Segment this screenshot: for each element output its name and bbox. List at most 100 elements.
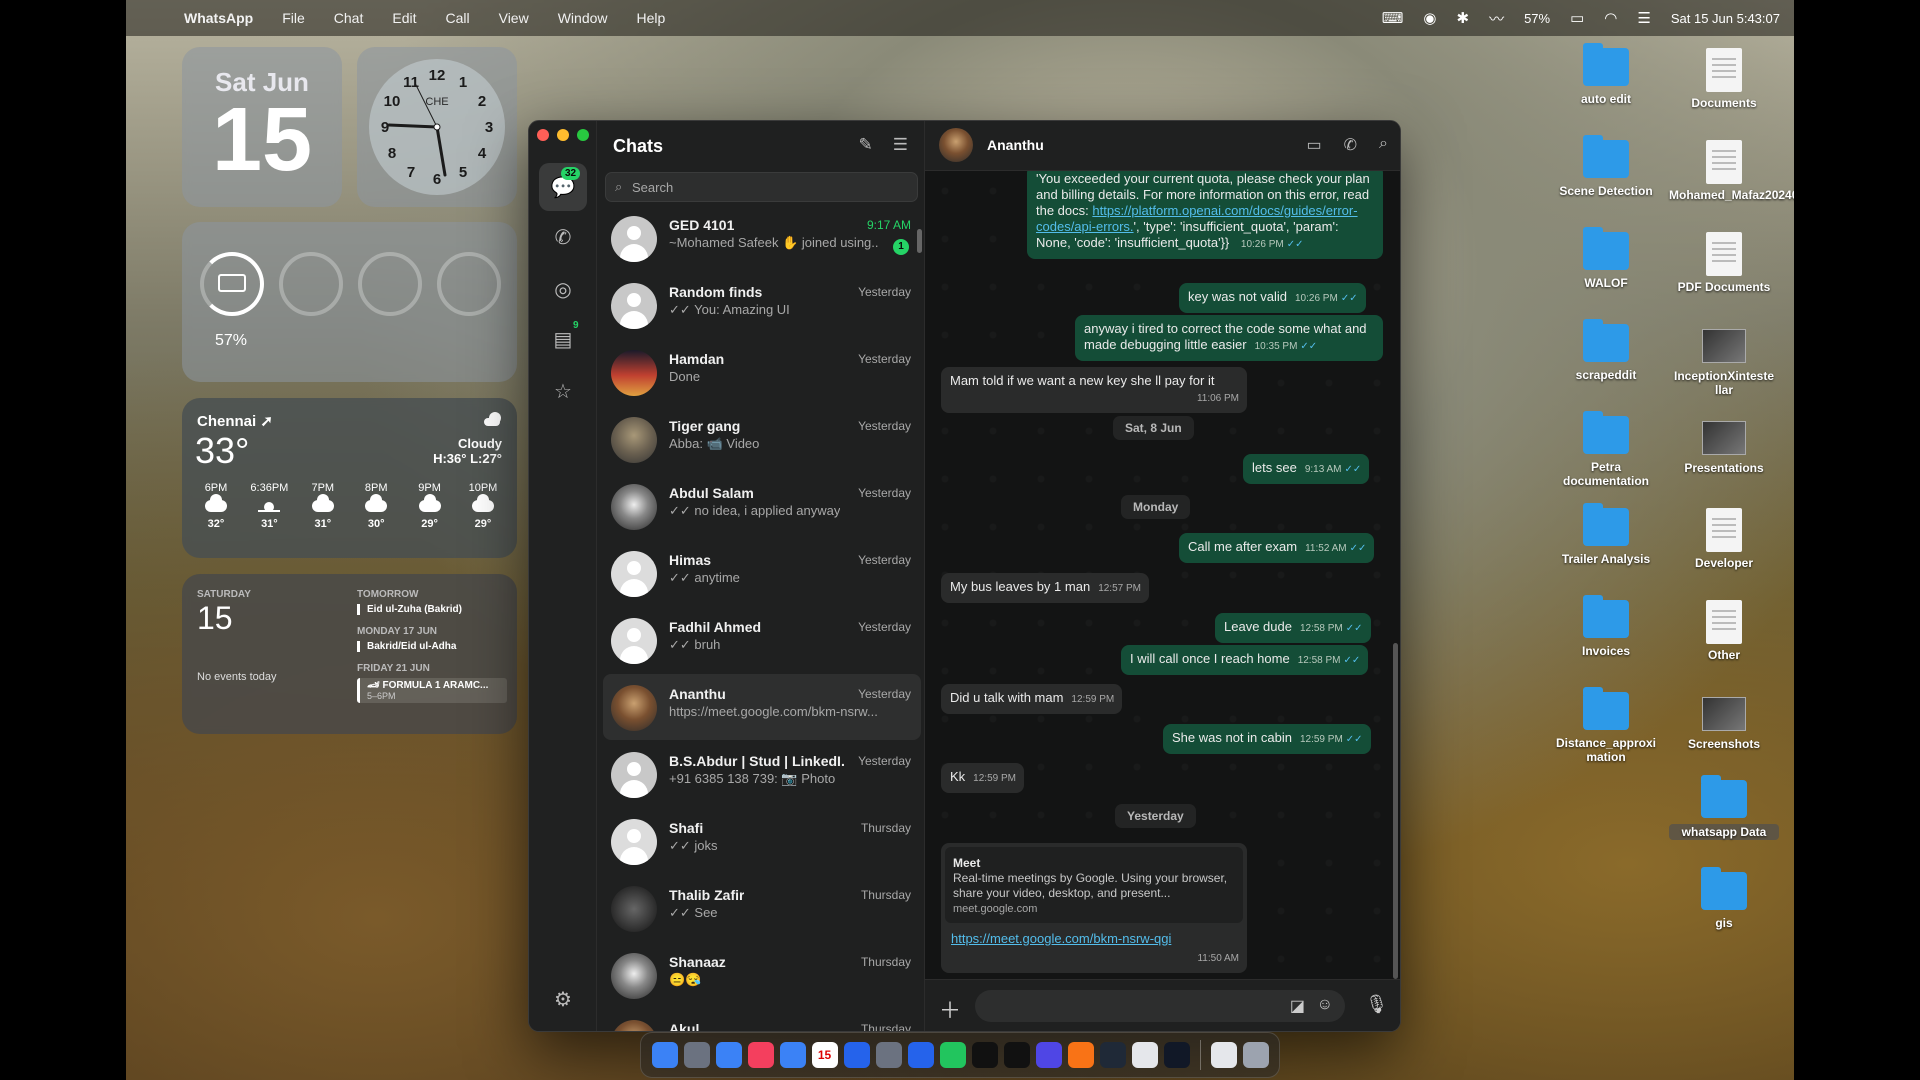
desktop-icon[interactable]: Trailer Analysis xyxy=(1551,503,1661,566)
menu-clock[interactable]: Sat 15 Jun 5:43:07 xyxy=(1671,11,1780,26)
app-status-icon[interactable]: ◉ xyxy=(1423,9,1436,27)
safari-icon[interactable] xyxy=(715,1042,742,1068)
finder-icon[interactable] xyxy=(651,1042,678,1068)
settings-tab[interactable]: ⚙ xyxy=(539,975,587,1023)
notes-icon[interactable] xyxy=(1131,1042,1158,1068)
message-incoming-link-preview[interactable]: Meet Real-time meetings by Google. Using… xyxy=(941,843,1247,973)
date-widget[interactable]: Sat Jun 15 xyxy=(182,47,342,207)
calendar-event[interactable]: Bakrid/Eid ul-Adha xyxy=(357,641,507,652)
calendar-icon[interactable]: 15 xyxy=(811,1042,838,1068)
message-list[interactable]: 'You exceeded your current quota, please… xyxy=(925,171,1400,979)
vscode-icon[interactable] xyxy=(907,1042,934,1068)
message-incoming[interactable]: Did u talk with mam 12:59 PM xyxy=(941,684,1123,714)
conversation-header[interactable]: Ananthu ▭ ✆ ⌕ xyxy=(925,121,1400,171)
desktop-icon[interactable]: Other xyxy=(1669,600,1779,662)
activity-icon[interactable] xyxy=(1163,1042,1190,1068)
chat-row[interactable]: Shafi Thursday ✓✓ joks xyxy=(603,808,921,874)
search-bar[interactable]: ⌕ xyxy=(605,172,918,202)
filter-icon[interactable]: ☰ xyxy=(893,135,908,155)
battery-icon[interactable]: ▭ xyxy=(1570,9,1584,27)
message-outgoing[interactable]: Leave dude 12:58 PM ✓✓ xyxy=(1215,613,1371,643)
settings-icon[interactable] xyxy=(875,1042,902,1068)
calendar-widget[interactable]: SATURDAY 15 No events today TOMORROW Eid… xyxy=(182,574,517,734)
menu-app-name[interactable]: WhatsApp xyxy=(184,10,253,26)
desktop-icon[interactable]: whatsapp Data xyxy=(1669,775,1779,840)
chat-row[interactable]: Hamdan Yesterday Done xyxy=(603,339,921,405)
message-link[interactable]: https://meet.google.com/bkm-nsrw-qgi xyxy=(951,931,1171,946)
desktop-icon[interactable]: Invoices xyxy=(1551,595,1661,658)
keyboard-icon[interactable]: ⌨ xyxy=(1382,9,1404,27)
activity-icon[interactable]: 〰 xyxy=(1489,8,1504,29)
emoji-icon[interactable]: ☺ xyxy=(1317,996,1333,1014)
chat-row[interactable]: Himas Yesterday ✓✓ anytime xyxy=(603,540,921,606)
menu-window[interactable]: Window xyxy=(558,10,608,26)
link-preview-card[interactable]: Meet Real-time meetings by Google. Using… xyxy=(945,847,1243,923)
chat-row[interactable]: Akul Thursday xyxy=(603,1009,921,1031)
new-chat-icon[interactable]: ✎ xyxy=(859,135,873,155)
desktop-icon[interactable]: Distance_approxi mation xyxy=(1551,687,1661,764)
chat-row[interactable]: Tiger gang Yesterday Abba: 📹 Video xyxy=(603,406,921,472)
weather-widget[interactable]: Chennai ➚ 33° Cloudy H:36° L:27° 6PM 32° … xyxy=(182,398,517,558)
desktop-icon[interactable]: auto edit xyxy=(1551,43,1661,106)
battery-widget[interactable]: 57% xyxy=(182,222,517,382)
bluetooth-icon[interactable]: ✱ xyxy=(1456,9,1469,27)
close-button[interactable] xyxy=(537,129,549,141)
launchpad-icon[interactable] xyxy=(683,1042,710,1068)
clock-widget[interactable]: 12 1 2 3 4 5 6 7 8 9 10 11 CHE xyxy=(357,47,517,207)
message-input[interactable] xyxy=(989,990,1279,1022)
chat-row[interactable]: Fadhil Ahmed Yesterday ✓✓ bruh xyxy=(603,607,921,673)
chats-tab[interactable]: 💬 32 xyxy=(539,163,587,211)
desktop-icon[interactable]: Petra documentation xyxy=(1551,411,1661,488)
zoom-button[interactable] xyxy=(577,129,589,141)
chat-row[interactable]: Thalib Zafir Thursday ✓✓ See xyxy=(603,875,921,941)
control-center-icon[interactable]: ☰ xyxy=(1637,9,1650,27)
starred-tab[interactable]: ☆ xyxy=(539,367,587,415)
video-call-icon[interactable]: ▭ xyxy=(1307,135,1322,155)
search-icon[interactable]: ⌕ xyxy=(1379,135,1388,155)
menu-help[interactable]: Help xyxy=(637,10,666,26)
tv-icon[interactable] xyxy=(971,1042,998,1068)
wifi-icon[interactable]: ◠ xyxy=(1604,9,1617,27)
sticker-icon[interactable]: ◪ xyxy=(1290,996,1305,1016)
desktop-icon[interactable]: Scene Detection xyxy=(1551,135,1661,198)
chat-list-scrollbar[interactable] xyxy=(917,229,922,253)
chat-row[interactable]: Abdul Salam Yesterday ✓✓ no idea, i appl… xyxy=(603,473,921,539)
minimize-button[interactable] xyxy=(557,129,569,141)
app-store-icon[interactable] xyxy=(843,1042,870,1068)
message-outgoing[interactable]: key was not valid 10:26 PM ✓✓ xyxy=(1179,283,1366,313)
attach-icon[interactable]: ＋ xyxy=(939,993,961,1025)
prime-icon[interactable] xyxy=(1035,1042,1062,1068)
desktop-icon[interactable]: PDF Documents xyxy=(1669,232,1779,294)
desktop-icon[interactable]: Screenshots xyxy=(1669,692,1779,751)
contact-name[interactable]: Ananthu xyxy=(987,137,1044,153)
vlc-icon[interactable] xyxy=(1067,1042,1094,1068)
netflix-icon[interactable] xyxy=(1003,1042,1030,1068)
calls-tab[interactable]: ✆ xyxy=(539,213,587,261)
terminal-icon[interactable] xyxy=(1099,1042,1126,1068)
apple-menu-icon[interactable] xyxy=(144,9,160,27)
message-outgoing[interactable]: She was not in cabin 12:59 PM ✓✓ xyxy=(1163,724,1371,754)
calendar-event[interactable]: Eid ul-Zuha (Bakrid) xyxy=(357,604,507,615)
message-outgoing[interactable]: lets see 9:13 AM ✓✓ xyxy=(1243,454,1370,484)
chat-row[interactable]: Shanaaz Thursday 😑😪 xyxy=(603,942,921,1008)
menu-call[interactable]: Call xyxy=(445,10,469,26)
message-incoming[interactable]: Mam told if we want a new key she ll pay… xyxy=(941,367,1247,413)
chat-row[interactable]: GED 4101 9:17 AM ~Mohamed Safeek ✋ joine… xyxy=(603,205,921,271)
mail-icon[interactable] xyxy=(779,1042,806,1068)
message-outgoing[interactable]: I will call once I reach home 12:58 PM ✓✓ xyxy=(1121,645,1369,675)
menu-chat[interactable]: Chat xyxy=(334,10,364,26)
desktop-icon[interactable]: Documents xyxy=(1669,48,1779,110)
message-outgoing[interactable]: 'You exceeded your current quota, please… xyxy=(1027,171,1383,259)
trash-icon[interactable] xyxy=(1242,1042,1269,1068)
channels-tab[interactable]: ▤ 9 xyxy=(539,315,587,363)
message-outgoing[interactable]: Call me after exam 11:52 AM ✓✓ xyxy=(1179,533,1375,563)
desktop-icon[interactable]: WALOF xyxy=(1551,227,1661,290)
microphone-icon[interactable]: 🎙 xyxy=(1365,994,1388,1015)
battery-percent[interactable]: 57% xyxy=(1524,11,1550,26)
chat-row[interactable]: B.S.Abdur | Stud | LinkedI... Yesterday … xyxy=(603,741,921,807)
desktop-icon[interactable]: Mohamed_Mafaz2024041...amjt.jpg xyxy=(1669,140,1794,202)
chat-row-selected[interactable]: Ananthu Yesterday https://meet.google.co… xyxy=(603,674,921,740)
desktop-icon[interactable]: gis xyxy=(1669,867,1779,930)
status-tab[interactable]: ◎ xyxy=(539,265,587,313)
chat-row[interactable]: Random finds Yesterday ✓✓ You: Amazing U… xyxy=(603,272,921,338)
